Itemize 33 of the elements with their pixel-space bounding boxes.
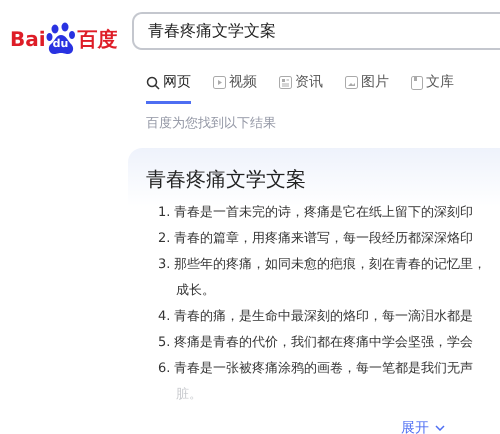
paw-text: du (52, 38, 68, 49)
tab[interactable]: 资讯 (279, 68, 323, 104)
logo-text: 百度 (78, 29, 118, 49)
tab[interactable]: 视频 (213, 68, 257, 104)
image-icon (345, 76, 358, 89)
tab[interactable]: 网页 (146, 68, 191, 104)
play-icon (213, 76, 226, 89)
answer-title: 青春疼痛文学文案 (146, 166, 307, 192)
list-item-text: 青春是一张被疼痛涂鸦的画卷，每一笔都是我们无声 (174, 360, 473, 376)
news-icon (279, 76, 292, 89)
logo-text: Bai (10, 29, 46, 49)
list-item-text: 青春的痛，是生命中最深刻的烙印，每一滴泪水都是 (174, 308, 473, 324)
document-icon (411, 76, 423, 90)
list-item-text: 脏。 (176, 386, 202, 402)
chevron-down-icon (435, 425, 445, 431)
paw-icon (46, 22, 78, 56)
list-number: 1. (158, 204, 172, 222)
list-item-text: 成长。 (176, 282, 215, 298)
tab[interactable]: 图片 (345, 68, 389, 104)
list-number: 2. (158, 230, 172, 248)
list-number: 4. (158, 308, 172, 326)
tab[interactable]: 文库 (411, 68, 454, 104)
list-item-text: 疼痛是青春的代价，我们都在疼痛中学会坚强，学会 (174, 334, 473, 350)
result-count: 百度为您找到以下结果 (145, 115, 277, 133)
list-item-text: 青春的篇章，用疼痛来谱写，每一段经历都深深烙印 (174, 230, 473, 246)
list-item-text: 青春是一首未完的诗，疼痛是它在纸上留下的深刻印 (174, 204, 473, 220)
list-number: 5. (158, 334, 172, 352)
expand-button[interactable]: 展开 (401, 418, 445, 434)
list-item-text: 那些年的疼痛，如同未愈的疤痕，刻在青春的记忆里， (174, 256, 486, 272)
search-icon (146, 76, 160, 90)
list-number: 6. (158, 360, 172, 378)
search-field[interactable]: 青春疼痛文学文案 (132, 12, 500, 50)
list-number: 3. (158, 256, 172, 274)
